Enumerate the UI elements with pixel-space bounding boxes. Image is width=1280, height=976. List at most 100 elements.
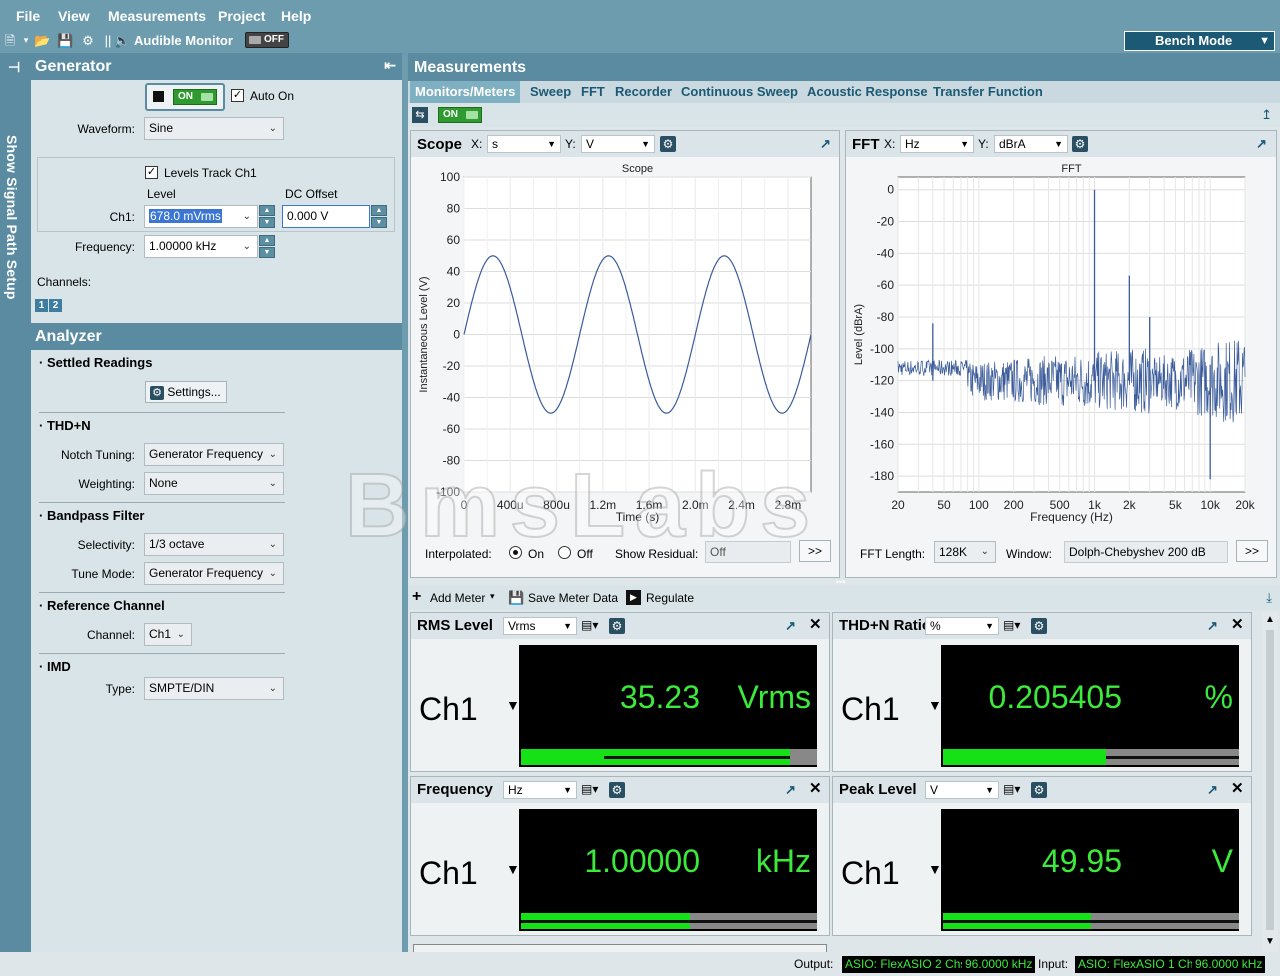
pin-icon[interactable]: ⊣ (8, 59, 20, 76)
down-arrow-icon[interactable]: ▼ (259, 217, 275, 228)
gear-icon[interactable]: ⚙ (80, 32, 96, 49)
levels-track-checkbox[interactable]: ✓ (145, 166, 158, 179)
meters-scrollbar[interactable]: ▲ ▼ (1262, 612, 1278, 952)
waveform-select[interactable]: Sine ⌄ (144, 117, 284, 140)
fft-more-button[interactable]: >> (1236, 540, 1268, 562)
close-icon[interactable]: ✕ (809, 617, 823, 632)
popout-icon[interactable]: ↗ (1207, 783, 1221, 797)
pin-icon[interactable]: ⇤ (384, 57, 396, 74)
settings-button[interactable]: ⚙ Settings... (145, 381, 227, 403)
audible-monitor-toggle[interactable]: OFF (245, 32, 289, 48)
scope-more-button[interactable]: >> (799, 540, 831, 562)
imd-type-select[interactable]: SMPTE/DIN ⌄ (144, 677, 284, 700)
tab-recorder[interactable]: Recorder (615, 84, 672, 99)
tab-transfer-function[interactable]: Transfer Function (933, 84, 1043, 99)
download-icon[interactable]: ⤓ (1266, 590, 1272, 606)
notch-tuning-select[interactable]: Generator Frequency ⌄ (144, 443, 284, 466)
channel-dropdown-icon[interactable]: ▼ (506, 861, 520, 877)
measurements-toggle[interactable]: ON (438, 107, 482, 123)
frequency-input[interactable]: 1.00000 kHz ⌄ (144, 235, 258, 258)
save-meter-data-button[interactable]: Save Meter Data (528, 591, 618, 605)
dropdown-arrow-icon[interactable]: ▾ (18, 32, 34, 49)
regulate-button[interactable]: Regulate (646, 591, 694, 605)
frequency-stepper[interactable]: ▲ ▼ (259, 235, 275, 258)
chevron-down-icon[interactable]: ▾ (490, 591, 495, 602)
generator-toggle[interactable]: ON (173, 89, 217, 105)
channel-dropdown-icon[interactable]: ▼ (928, 697, 942, 713)
scroll-thumb[interactable] (1266, 630, 1274, 930)
resize-grip-icon[interactable]: ••• (836, 578, 852, 587)
up-arrow-icon[interactable]: ▲ (259, 205, 275, 216)
popout-icon[interactable]: ↗ (785, 783, 799, 797)
fft-length-select[interactable]: 128K ⌄ (934, 541, 996, 563)
tab-sweep[interactable]: Sweep (530, 84, 571, 99)
tab-continuous-sweep[interactable]: Continuous Sweep (681, 84, 798, 99)
dc-offset-input[interactable]: 0.000 V (282, 205, 370, 228)
menu-measurements[interactable]: Measurements (108, 8, 206, 24)
gear-icon[interactable]: ⚙ (1072, 136, 1088, 152)
meter-unit-select[interactable]: % ▼ (925, 617, 999, 635)
panel-splitter[interactable] (402, 53, 408, 976)
save-data-icon[interactable]: 💾 (508, 590, 524, 606)
menu-view[interactable]: View (58, 8, 90, 24)
channel-dropdown-icon[interactable]: ▼ (506, 697, 520, 713)
close-icon[interactable]: ✕ (1231, 617, 1245, 632)
show-residual-select[interactable]: Off (705, 541, 791, 563)
play-icon[interactable]: ▶ (626, 590, 641, 605)
gear-icon[interactable]: ⚙ (609, 782, 625, 798)
popout-icon[interactable]: ↗ (1207, 619, 1221, 633)
gear-icon[interactable]: ⚙ (609, 618, 625, 634)
menu-file[interactable]: File (16, 8, 40, 24)
tab-fft[interactable]: FFT (581, 84, 605, 99)
window-select[interactable]: Dolph-Chebyshev 200 dB (1064, 541, 1228, 563)
display-mode-icon[interactable]: ▤▾ (1003, 618, 1020, 632)
tab-monitors-meters[interactable]: Monitors/Meters (410, 81, 521, 103)
scope-x-unit-select[interactable]: s ▼ (487, 135, 561, 153)
display-mode-icon[interactable]: ▤▾ (581, 782, 598, 796)
interpolated-on-radio[interactable] (509, 546, 522, 559)
bench-mode-select[interactable]: Bench Mode ▼ (1124, 31, 1275, 51)
auto-on-checkbox[interactable]: ✓ (231, 89, 244, 102)
fft-x-unit-select[interactable]: Hz ▼ (900, 135, 974, 153)
weighting-select[interactable]: None ⌄ (144, 472, 284, 495)
close-icon[interactable]: ✕ (1231, 781, 1245, 796)
down-arrow-icon[interactable]: ▼ (259, 247, 275, 258)
popout-icon[interactable]: ↗ (785, 619, 799, 633)
generator-toggle-frame[interactable]: ON (145, 83, 225, 111)
popout-icon[interactable]: ↗ (820, 137, 834, 151)
meter-unit-select[interactable]: Hz ▼ (503, 781, 577, 799)
scroll-up-icon[interactable]: ▲ (1265, 614, 1275, 625)
save-icon[interactable]: 💾 (57, 32, 73, 49)
new-file-icon[interactable]: 🗎 (2, 32, 18, 49)
reference-channel-select[interactable]: Ch1 ⌄ (144, 623, 192, 646)
signal-path-strip[interactable]: ⊣ Show Signal Path Setup (0, 53, 31, 976)
menu-project[interactable]: Project (218, 8, 265, 24)
open-file-icon[interactable]: 📂 (34, 32, 50, 49)
selectivity-select[interactable]: 1/3 octave ⌄ (144, 533, 284, 556)
popout-icon[interactable]: ↗ (1256, 137, 1270, 151)
close-icon[interactable]: ✕ (809, 781, 823, 796)
meter-unit-select[interactable]: Vrms ▼ (503, 617, 577, 635)
gear-icon[interactable]: ⚙ (660, 136, 676, 152)
plus-icon[interactable]: + (412, 589, 421, 605)
menu-help[interactable]: Help (281, 8, 311, 24)
gear-icon[interactable]: ⚙ (1031, 618, 1047, 634)
channel-1-button[interactable]: 1 (35, 299, 48, 312)
gear-icon[interactable]: ⚙ (1031, 782, 1047, 798)
meter-unit-select[interactable]: V ▼ (925, 781, 999, 799)
ch1-level-input[interactable]: 678.0 mVrms ⌄ (144, 205, 258, 228)
tune-mode-select[interactable]: Generator Frequency ⌄ (144, 562, 284, 585)
down-arrow-icon[interactable]: ▼ (371, 217, 387, 228)
dc-offset-stepper[interactable]: ▲ ▼ (371, 205, 387, 228)
display-mode-icon[interactable]: ▤▾ (581, 618, 598, 632)
ch1-level-stepper[interactable]: ▲ ▼ (259, 205, 275, 228)
channel-2-button[interactable]: 2 (49, 299, 62, 312)
tab-acoustic-response[interactable]: Acoustic Response (807, 84, 928, 99)
scope-y-unit-select[interactable]: V ▼ (581, 135, 655, 153)
collapse-icon[interactable]: ↥ (1261, 107, 1272, 123)
scroll-down-icon[interactable]: ▼ (1265, 936, 1275, 947)
channel-dropdown-icon[interactable]: ▼ (928, 861, 942, 877)
add-meter-button[interactable]: Add Meter (430, 591, 485, 605)
fft-y-unit-select[interactable]: dBrA ▼ (994, 135, 1068, 153)
up-arrow-icon[interactable]: ▲ (371, 205, 387, 216)
